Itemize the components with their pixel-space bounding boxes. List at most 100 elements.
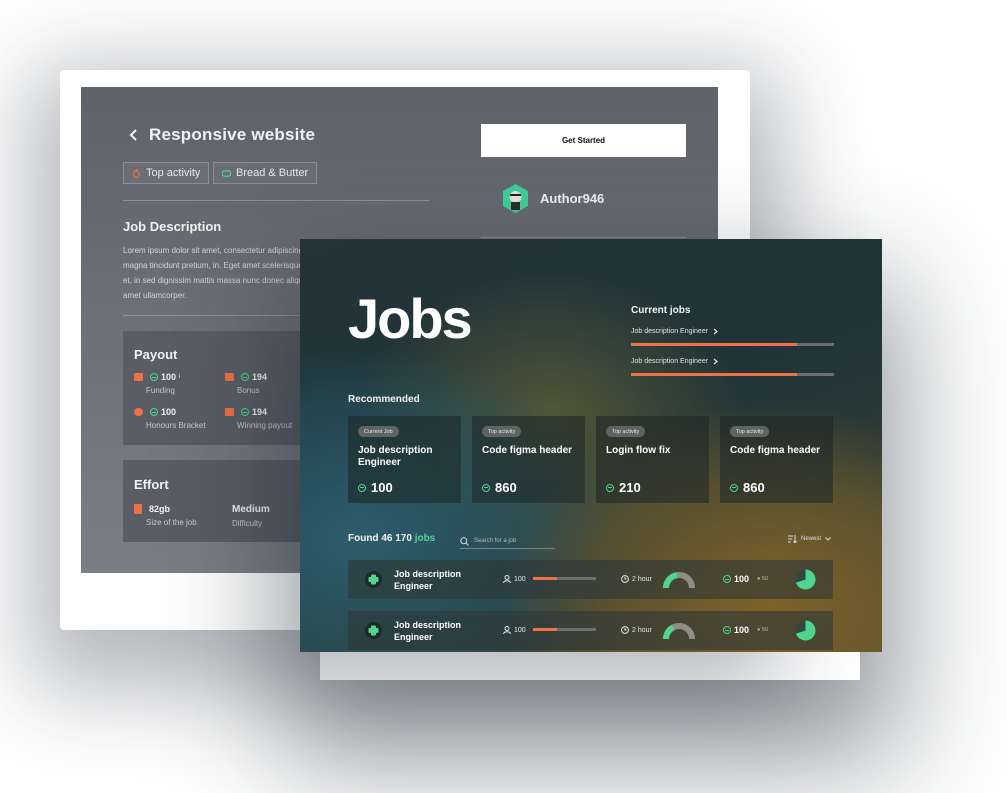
current-job-item[interactable]: Job description Engineer [631, 328, 834, 346]
progress-pie [795, 569, 816, 590]
price-value: 100 [734, 625, 750, 635]
card-tag: Top activity [730, 426, 770, 437]
stat-value: 194 [252, 407, 268, 417]
price-sub: ● 50 [757, 627, 769, 633]
stat-label: Honours Bracket [146, 421, 206, 430]
effort-size: 82gb Size of the job [134, 504, 197, 527]
price-sub: ● 50 [757, 576, 769, 582]
job-icon-badge [365, 571, 382, 588]
card-name: Login flow fix [606, 445, 671, 456]
job-row[interactable]: Job description Engineer 100 2 hour 100 … [348, 560, 833, 599]
stat-label: Winning payout [237, 421, 293, 430]
current-job-label: Job description Engineer [631, 328, 709, 335]
job-description-heading: Job Description [123, 219, 222, 234]
job-price: 100 ● 50 [723, 625, 768, 635]
progress-fill [631, 373, 798, 376]
people-progress [533, 577, 596, 580]
clock-icon [621, 575, 629, 583]
stat-label: Funding [146, 386, 175, 395]
card-price: 100 [371, 480, 393, 495]
author-name: Author946 [540, 191, 605, 206]
get-started-button[interactable]: Get Started [481, 124, 686, 157]
found-prefix: Found 46 170 [348, 533, 412, 544]
card-tag: Top activity [482, 426, 522, 437]
duration-value: 2 hour [632, 575, 652, 583]
card-icon [134, 373, 143, 381]
card-name: Job description Engineer [358, 445, 433, 468]
search-placeholder: Search for a job [474, 538, 517, 544]
sort-icon [788, 535, 797, 543]
job-row-name: Job description Engineer [394, 620, 462, 642]
people-count: 100 [503, 575, 526, 583]
price-sub-value: 50 [761, 627, 769, 633]
found-count: Found 46 170 jobs [348, 533, 435, 544]
card-price: 210 [619, 480, 641, 495]
back-chevron-icon[interactable] [129, 128, 139, 142]
card-tag: Top activity [606, 426, 646, 437]
chip-top-activity[interactable]: Top activity [123, 162, 210, 184]
duration: 2 hour [621, 626, 652, 634]
payout-winning: 194 Winning payout [225, 407, 292, 430]
tag-icon [222, 169, 231, 177]
person-icon [503, 626, 511, 634]
card-tag: Current Job [358, 426, 399, 437]
job-row[interactable]: Job description Engineer 100 2 hour 100 … [348, 611, 833, 650]
chevron-right-icon [713, 358, 718, 365]
recommended-card[interactable]: Top activity Login flow fix 210 [596, 416, 709, 503]
progress-fill [533, 577, 557, 580]
chip-bread-butter[interactable]: Bread & Butter [213, 162, 318, 184]
recommended-card[interactable]: Top activity Code figma header 860 [720, 416, 833, 503]
recommended-card[interactable]: Top activity Code figma header 860 [472, 416, 585, 503]
job-price: 100 ● 50 [723, 574, 768, 584]
stat-value: 100 [161, 407, 177, 417]
coin-icon [482, 483, 490, 492]
divider [481, 237, 686, 238]
current-job-item[interactable]: Job description Engineer [631, 358, 834, 376]
chip-label: Bread & Butter [236, 167, 309, 179]
progress-fill [631, 343, 798, 346]
plus-icon [368, 625, 379, 636]
stat-value: 100 [161, 372, 177, 382]
people-count: 100 [503, 626, 526, 634]
gauge-fill [663, 572, 678, 589]
price-value: 100 [734, 574, 750, 584]
chip-label: Top activity [146, 167, 201, 179]
avatar [503, 184, 528, 213]
card-price: 860 [743, 480, 765, 495]
job-icon-badge [365, 622, 382, 639]
sort-dropdown[interactable]: Newest [788, 535, 831, 543]
sort-label: Newest [801, 536, 822, 542]
jobs-title: Jobs [348, 287, 473, 350]
divider [123, 200, 429, 201]
duration: 2 hour [621, 575, 652, 583]
trophy-icon [225, 408, 234, 416]
coin-icon [723, 575, 731, 583]
chevron-down-icon [825, 537, 831, 541]
recommended-card[interactable]: Current Job Job description Engineer 100 [348, 416, 461, 503]
effort-heading: Effort [134, 477, 169, 492]
coin-icon [150, 373, 158, 381]
payout-honours: 100 Honours Bracket [134, 407, 206, 430]
coin-icon [606, 483, 614, 492]
clock-icon [621, 626, 629, 634]
coin-icon [150, 408, 158, 416]
search-input[interactable]: Search for a job [460, 534, 555, 549]
current-job-label: Job description Engineer [631, 358, 709, 365]
card-name: Code figma header [730, 445, 821, 456]
found-accent: jobs [414, 533, 436, 544]
people-value: 100 [514, 575, 526, 583]
coin-icon [358, 483, 366, 492]
author[interactable]: Author946 [500, 183, 604, 214]
medal-icon [134, 408, 143, 416]
file-icon [134, 504, 142, 514]
flame-icon [133, 168, 140, 178]
current-jobs-heading: Current jobs [631, 305, 691, 316]
plus-icon [368, 574, 379, 585]
price-sub-value: 50 [761, 576, 769, 582]
payout-funding: 100 i Funding [134, 372, 180, 395]
person-icon [503, 575, 511, 583]
effort-difficulty: Medium Difficulty [232, 504, 270, 528]
coin-icon [241, 408, 249, 416]
info-icon[interactable]: i [179, 374, 180, 380]
stat-value: 194 [252, 372, 268, 382]
